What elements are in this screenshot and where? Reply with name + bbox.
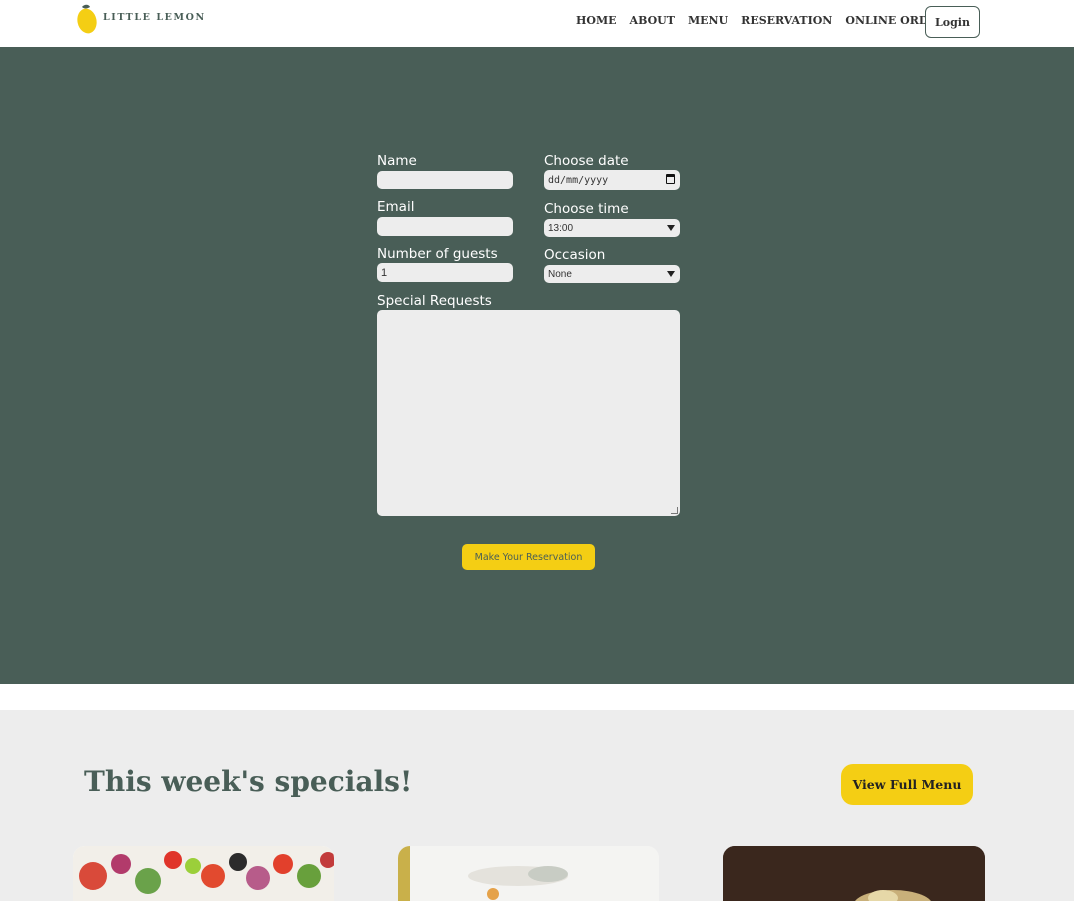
date-label: Choose date: [544, 153, 629, 169]
calendar-icon[interactable]: [666, 174, 675, 184]
special-card-dessert[interactable]: [723, 846, 985, 901]
email-input[interactable]: [377, 217, 513, 236]
chevron-down-icon: [667, 271, 675, 277]
special-card-salad[interactable]: [73, 846, 334, 901]
main-nav: HOME ABOUT MENU RESERVATION ONLINE ORDER: [576, 14, 959, 27]
dessert-image: [723, 846, 985, 901]
time-select[interactable]: 13:00: [544, 219, 680, 237]
lemon-logo-icon: [77, 4, 97, 34]
time-label: Choose time: [544, 201, 629, 217]
nav-menu[interactable]: MENU: [688, 14, 728, 27]
special-card-bruschetta[interactable]: [398, 846, 659, 901]
name-input[interactable]: [377, 171, 513, 189]
occasion-select[interactable]: None: [544, 265, 680, 283]
requests-textarea[interactable]: [377, 310, 680, 516]
nav-about[interactable]: ABOUT: [630, 14, 675, 27]
resize-handle-icon[interactable]: [671, 507, 678, 514]
login-button[interactable]: Login: [925, 6, 980, 38]
occasion-label: Occasion: [544, 247, 606, 263]
occasion-select-value: None: [548, 268, 572, 280]
chevron-down-icon: [667, 225, 675, 231]
reservation-section: Name Email Number of guests 1 Choose dat…: [0, 47, 1074, 684]
logo[interactable]: LITTLE LEMON: [76, 3, 206, 35]
requests-label: Special Requests: [377, 293, 492, 309]
make-reservation-button[interactable]: Make Your Reservation: [462, 544, 595, 570]
email-label: Email: [377, 199, 415, 215]
guests-input[interactable]: 1: [377, 263, 513, 282]
guests-label: Number of guests: [377, 246, 498, 262]
time-select-value: 13:00: [548, 222, 574, 234]
specials-title: This week's specials!: [84, 765, 413, 798]
view-full-menu-button[interactable]: View Full Menu: [841, 764, 973, 805]
logo-text: LITTLE LEMON: [103, 11, 206, 23]
specials-section: This week's specials! View Full Menu: [0, 710, 1074, 901]
bruschetta-image: [398, 846, 659, 901]
date-input[interactable]: dd/mm/yyyy: [544, 170, 680, 190]
salad-image: [73, 846, 334, 901]
site-header: LITTLE LEMON HOME ABOUT MENU RESERVATION…: [0, 0, 1074, 47]
nav-reservation[interactable]: RESERVATION: [741, 14, 832, 27]
name-label: Name: [377, 153, 417, 169]
date-placeholder: dd/mm/yyyy: [548, 174, 609, 186]
nav-home[interactable]: HOME: [576, 14, 617, 27]
